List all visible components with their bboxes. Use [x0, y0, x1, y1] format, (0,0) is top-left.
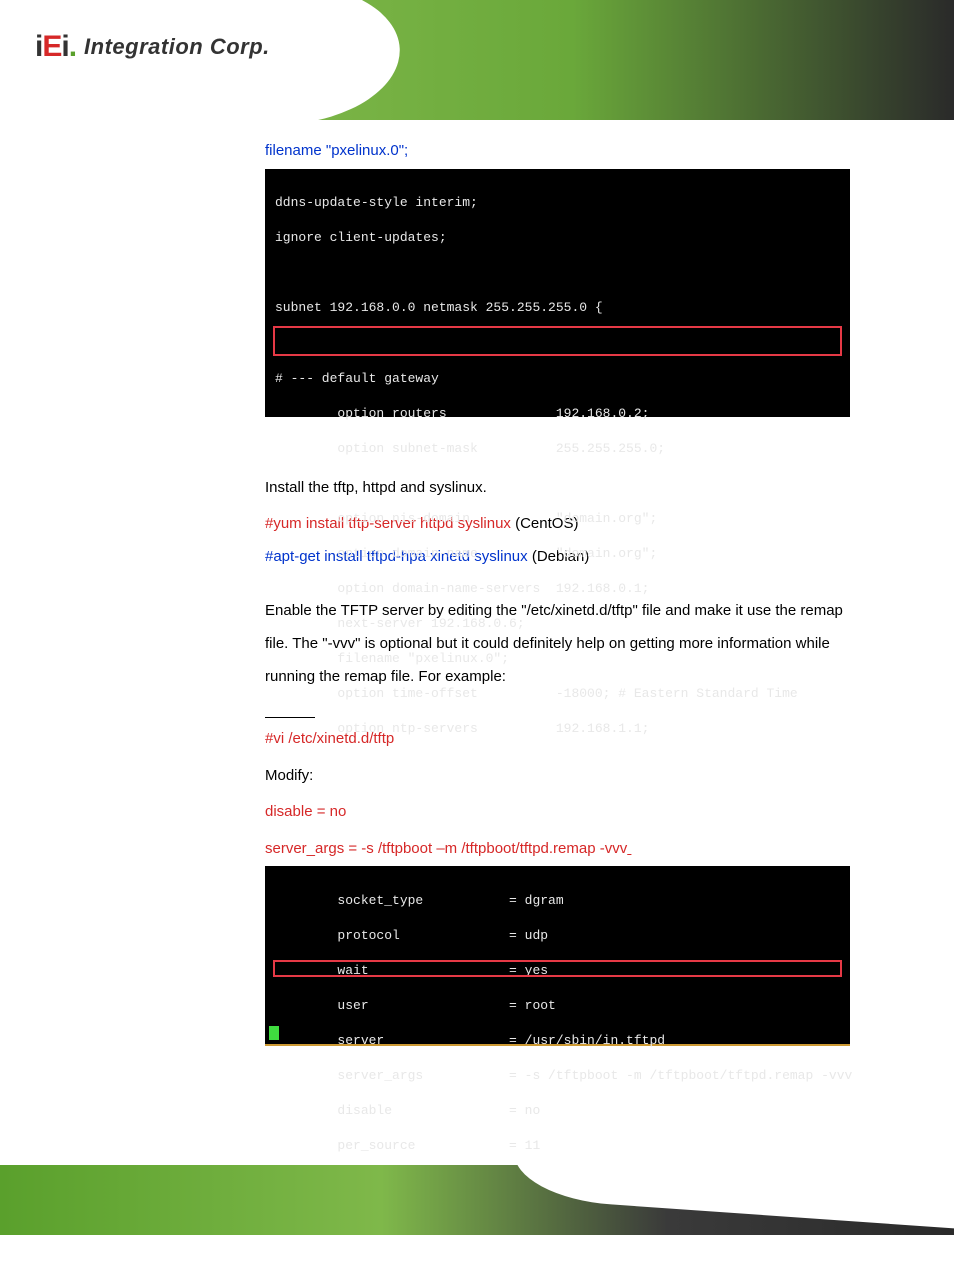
logo-brand: iEi. [35, 30, 76, 64]
divider [265, 717, 315, 718]
label-modify: Modify: [265, 765, 854, 788]
terminal1-line: # --- default gateway [275, 371, 439, 386]
terminal1-line: option routers 192.168.0.2; [275, 406, 649, 421]
terminal2-line: user = root [275, 998, 556, 1013]
terminal2-line: server = /usr/sbin/in.tftpd [275, 1033, 665, 1048]
header-banner: iEi. Integration Corp. [0, 0, 954, 120]
cfg-disable: disable = no [265, 801, 854, 824]
terminal2-line: protocol = udp [275, 928, 548, 943]
terminal1-line: subnet 192.168.0.0 netmask 255.255.255.0… [275, 300, 603, 315]
terminal1-line: ddns-update-style interim; [275, 195, 478, 210]
terminal1-line: next-server 192.168.0.6; [275, 616, 525, 631]
terminal1-line: ignore client-updates; [275, 230, 447, 245]
terminal-xinetd-tftp: socket_type = dgram protocol = udp wait … [265, 866, 850, 1046]
terminal1-line: option ntp-servers 192.168.1.1; [275, 721, 649, 736]
para-enable: Enable the TFTP server by editing the "/… [265, 594, 854, 693]
terminal2-line: socket_type = dgram [275, 893, 564, 908]
cfg-server-args: server_args = -s /tftpboot –m /tftpboot/… [265, 838, 854, 861]
terminal2-line: server_args = -s /tftpboot -m /tftpboot/… [275, 1068, 852, 1083]
filename-directive: filename "pxelinux.0"; [265, 140, 854, 163]
footer-swoop [511, 1165, 954, 1232]
logo-tagline: Integration Corp. [84, 34, 270, 60]
document-body: filename "pxelinux.0"; ddns-update-style… [0, 120, 954, 1066]
cursor-underscore [627, 840, 631, 857]
terminal1-line: option nis-domain "domain.org"; [275, 511, 657, 526]
terminal2-line: disable = no [275, 1103, 540, 1118]
logo: iEi. Integration Corp. [35, 30, 270, 64]
terminal1-line: filename "pxelinux.0"; [275, 651, 509, 666]
terminal1-line: option time-offset -18000; # Eastern Sta… [275, 686, 798, 701]
cfg-server-args-text: server_args = -s /tftpboot –m /tftpboot/… [265, 840, 627, 857]
terminal1-line: option domain-name "domain.org"; [275, 546, 657, 561]
terminal-dhcpd-conf: ddns-update-style interim; ignore client… [265, 169, 850, 417]
footer-banner [0, 1165, 954, 1235]
terminal-cursor [269, 1026, 279, 1040]
terminal1-line: option domain-name-servers 192.168.0.1; [275, 581, 649, 596]
para-install: Install the tftp, httpd and syslinux. [265, 477, 854, 500]
terminal2-line: per_source = 11 [275, 1138, 540, 1153]
highlight-box-1 [273, 326, 842, 356]
terminal2-line: wait = yes [275, 963, 548, 978]
terminal1-line: option subnet-mask 255.255.255.0; [275, 441, 665, 456]
